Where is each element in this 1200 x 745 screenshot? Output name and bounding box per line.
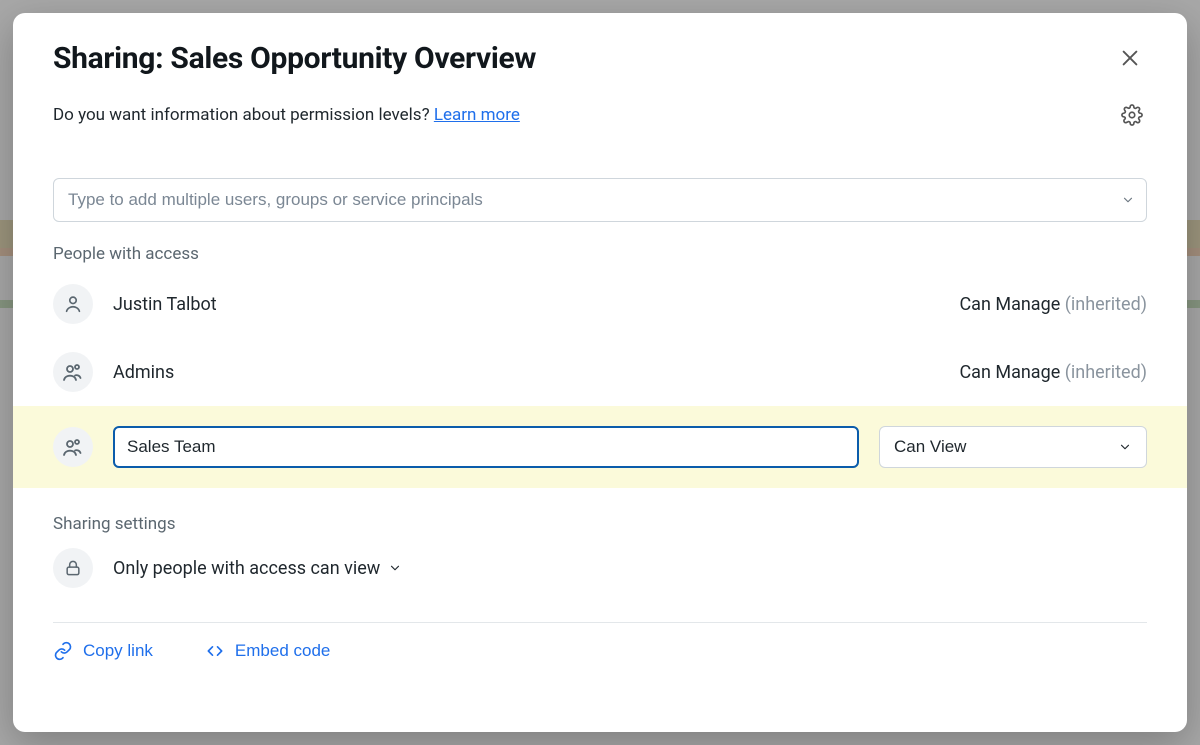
lock-icon — [63, 558, 83, 578]
permission-info-text: Do you want information about permission… — [53, 105, 520, 125]
copy-link-button[interactable]: Copy link — [53, 641, 153, 661]
group-icon — [61, 360, 85, 384]
add-principals-input[interactable] — [53, 178, 1147, 222]
group-icon — [61, 435, 85, 459]
access-row-editing: Can View — [13, 406, 1187, 488]
link-icon — [53, 641, 73, 661]
permission-text: Can Manage (inherited) — [959, 294, 1147, 315]
person-icon — [62, 293, 84, 315]
principal-name: Admins — [113, 362, 939, 383]
access-row: Admins Can Manage (inherited) — [13, 338, 1187, 406]
close-button[interactable] — [1113, 41, 1147, 75]
access-list: Justin Talbot Can Manage (inherited) Adm… — [13, 270, 1187, 488]
people-with-access-label: People with access — [13, 222, 1187, 270]
sharing-scope-select[interactable]: Only people with access can view — [113, 558, 402, 579]
principal-name-input[interactable] — [113, 426, 859, 468]
sharing-modal: Sharing: Sales Opportunity Overview Do y… — [13, 13, 1187, 732]
settings-button[interactable] — [1117, 100, 1147, 130]
close-icon — [1119, 47, 1141, 69]
embed-code-button[interactable]: Embed code — [205, 641, 330, 661]
permission-text: Can Manage (inherited) — [959, 362, 1147, 383]
principal-name: Justin Talbot — [113, 294, 939, 315]
avatar — [53, 284, 93, 324]
gear-icon — [1121, 104, 1143, 126]
avatar — [53, 427, 93, 467]
sharing-settings-label: Sharing settings — [53, 514, 1147, 534]
permission-select[interactable]: Can View — [879, 426, 1147, 468]
modal-footer: Copy link Embed code — [53, 622, 1147, 687]
avatar — [53, 352, 93, 392]
code-icon — [205, 641, 225, 661]
modal-title: Sharing: Sales Opportunity Overview — [53, 41, 536, 76]
chevron-down-icon — [388, 561, 402, 575]
learn-more-link[interactable]: Learn more — [434, 105, 520, 125]
chevron-down-icon — [1118, 440, 1132, 454]
access-row: Justin Talbot Can Manage (inherited) — [13, 270, 1187, 338]
lock-badge — [53, 548, 93, 588]
